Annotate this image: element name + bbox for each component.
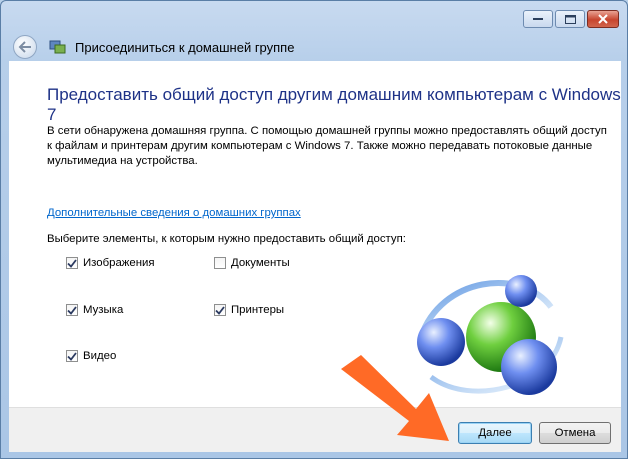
- minimize-button[interactable]: [523, 10, 553, 28]
- close-button[interactable]: [587, 10, 619, 28]
- share-prompt: Выберите элементы, к которым нужно предо…: [47, 233, 406, 245]
- checkbox-box[interactable]: [66, 257, 78, 269]
- checkmark-icon: [67, 305, 77, 315]
- homegroup-info-link[interactable]: Дополнительные сведения о домашних групп…: [47, 207, 301, 219]
- dialog-header: Присоединиться к домашней группе: [9, 33, 621, 61]
- checkbox-label: Видео: [83, 350, 117, 362]
- checkbox-box[interactable]: [66, 304, 78, 316]
- maximize-button[interactable]: [555, 10, 585, 28]
- window-title: Присоединиться к домашней группе: [75, 40, 295, 55]
- checkbox-printers[interactable]: Принтеры: [214, 304, 284, 316]
- checkbox-label: Документы: [231, 257, 290, 269]
- cancel-button[interactable]: Отмена: [539, 422, 611, 444]
- checkbox-box[interactable]: [214, 257, 226, 269]
- checkbox-label: Изображения: [83, 257, 155, 269]
- checkmark-icon: [215, 305, 225, 315]
- checkbox-label: Принтеры: [231, 304, 285, 316]
- caption-buttons: [523, 10, 619, 28]
- next-button[interactable]: Далее: [458, 422, 532, 444]
- maximize-icon: [564, 14, 576, 24]
- homegroup-icon: [49, 40, 66, 54]
- checkbox-label: Музыка: [83, 304, 124, 316]
- page-heading: Предоставить общий доступ другим домашни…: [47, 85, 621, 124]
- checkbox-music[interactable]: Музыка: [66, 304, 123, 316]
- close-icon: [598, 14, 608, 24]
- checkbox-video[interactable]: Видео: [66, 350, 116, 362]
- checkbox-box[interactable]: [66, 350, 78, 362]
- checkbox-documents[interactable]: Документы: [214, 257, 290, 269]
- homegroup-logo: [417, 275, 564, 395]
- back-arrow-icon: [18, 41, 31, 53]
- homegroup-window: Присоединиться к домашней группе Предост…: [0, 0, 628, 459]
- minimize-icon: [533, 18, 543, 20]
- description-text: В сети обнаружена домашняя группа. С пом…: [47, 125, 607, 167]
- checkbox-box[interactable]: [214, 304, 226, 316]
- checkbox-pictures[interactable]: Изображения: [66, 257, 155, 269]
- content-area: Предоставить общий доступ другим домашни…: [9, 61, 621, 407]
- checkmark-icon: [67, 258, 77, 268]
- checkmark-icon: [67, 351, 77, 361]
- dialog-footer: Далее Отмена: [9, 407, 621, 452]
- back-button[interactable]: [13, 35, 37, 59]
